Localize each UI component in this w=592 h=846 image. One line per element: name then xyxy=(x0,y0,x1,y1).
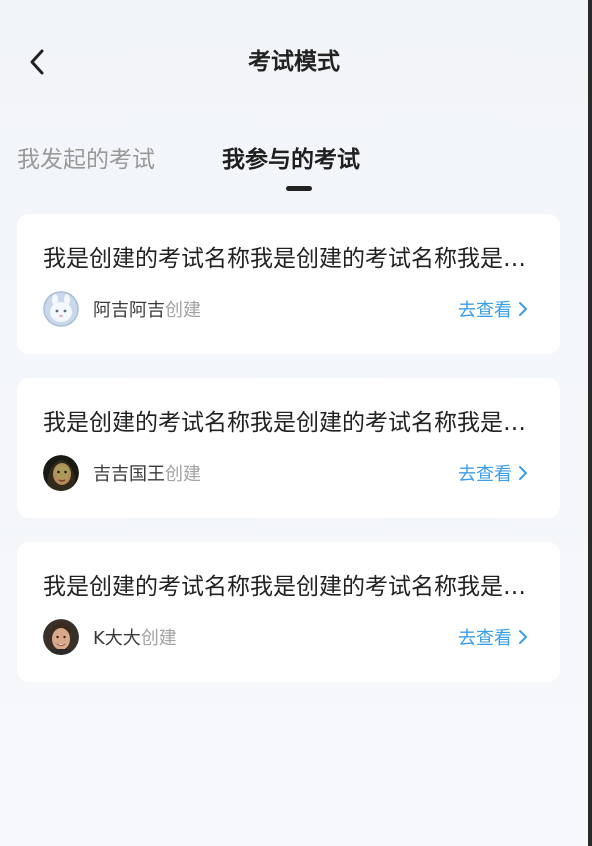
creator-name: 吉吉国王 xyxy=(93,464,165,485)
creator-name: 阿吉阿吉 xyxy=(93,300,165,321)
chevron-right-icon xyxy=(519,302,527,316)
view-exam-label: 去查看 xyxy=(458,300,512,321)
active-tab-indicator xyxy=(286,186,312,191)
woman-portrait-avatar-icon xyxy=(43,455,79,491)
creator-info: K大大 创建 xyxy=(43,619,177,655)
page: 考试模式 我发起的考试 我参与的考试 我是创建的考试名称我是创建的考试名称我是创… xyxy=(0,0,588,846)
header: 考试模式 xyxy=(0,0,588,125)
man-portrait-avatar-icon xyxy=(43,619,79,655)
created-label: 创建 xyxy=(165,464,201,485)
tab-initiated-exams[interactable]: 我发起的考试 xyxy=(17,138,155,182)
creator-name: K大大 xyxy=(93,628,141,649)
view-exam-link[interactable]: 去查看 xyxy=(458,622,528,652)
exam-title: 我是创建的考试名称我是创建的考试名称我是创建的考试名称 xyxy=(43,246,533,272)
chevron-right-icon xyxy=(519,630,527,644)
creator-info: 吉吉国王 创建 xyxy=(43,455,201,491)
tab-bar: 我发起的考试 我参与的考试 xyxy=(0,138,588,198)
tab-joined-exams[interactable]: 我参与的考试 xyxy=(222,138,360,182)
screen-edge xyxy=(588,0,592,846)
chevron-right-icon xyxy=(519,466,527,480)
view-exam-link[interactable]: 去查看 xyxy=(458,294,528,324)
page-title: 考试模式 xyxy=(248,49,340,75)
exam-title: 我是创建的考试名称我是创建的考试名称我是创建的考试名称 xyxy=(43,410,533,436)
creator-info: 阿吉阿吉 创建 xyxy=(43,291,201,327)
created-label: 创建 xyxy=(165,300,201,321)
white-rabbit-avatar-icon xyxy=(43,291,79,327)
exam-title: 我是创建的考试名称我是创建的考试名称我是创建的考试名称 xyxy=(43,574,533,600)
exam-card[interactable]: 我是创建的考试名称我是创建的考试名称我是创建的考试名称 吉吉国王创建 去查看 xyxy=(17,378,560,518)
view-exam-label: 去查看 xyxy=(458,464,512,485)
view-exam-link[interactable]: 去查看 xyxy=(458,458,528,488)
exam-card[interactable]: 我是创建的考试名称我是创建的考试名称我是创建的考试名称 阿吉阿吉创建 去查看 xyxy=(17,214,560,354)
avatar xyxy=(43,619,79,655)
avatar xyxy=(43,455,79,491)
avatar xyxy=(43,291,79,327)
view-exam-label: 去查看 xyxy=(458,628,512,649)
exam-card[interactable]: 我是创建的考试名称我是创建的考试名称我是创建的考试名称 K大大创建 去查看 xyxy=(17,542,560,682)
created-label: 创建 xyxy=(140,628,177,649)
